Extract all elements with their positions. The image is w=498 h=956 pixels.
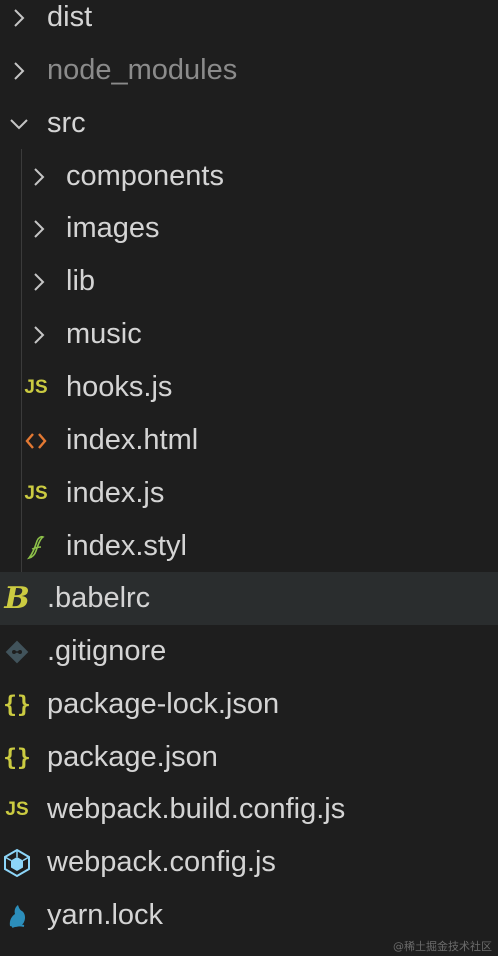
chevron-right-icon: [4, 44, 34, 97]
tree-item-package-json[interactable]: {} package.json: [0, 731, 498, 784]
tree-item-label: index.styl: [66, 530, 187, 562]
tree-item-lib[interactable]: lib: [0, 255, 498, 308]
git-file-icon: [2, 625, 32, 678]
tree-item-label: package.json: [47, 741, 218, 773]
tree-item-label: node_modules: [47, 54, 238, 86]
tree-item-components[interactable]: components: [0, 150, 498, 203]
tree-item-images[interactable]: images: [0, 202, 498, 255]
tree-item-src[interactable]: src: [0, 97, 498, 150]
tree-item-label: index.js: [66, 477, 165, 509]
tree-item-label: music: [66, 318, 142, 350]
chevron-right-icon: [24, 150, 54, 203]
tree-item-index-styl[interactable]: index.styl: [0, 520, 498, 573]
tree-item-yarn-lock[interactable]: yarn.lock: [0, 889, 498, 942]
chevron-right-icon: [4, 0, 34, 44]
tree-item-label: dist: [47, 1, 93, 33]
tree-item-label: hooks.js: [66, 371, 173, 403]
tree-item-dist[interactable]: dist: [0, 0, 498, 44]
chevron-right-icon: [24, 202, 54, 255]
chevron-right-icon: [24, 308, 54, 361]
tree-item-label: src: [47, 107, 86, 139]
tree-item-webpack-build-config-js[interactable]: JS webpack.build.config.js: [0, 783, 498, 836]
babel-file-icon: B: [4, 581, 30, 616]
stylus-file-icon: [21, 520, 51, 573]
javascript-file-icon: JS: [24, 482, 48, 504]
tree-item-package-lock-json[interactable]: {} package-lock.json: [0, 678, 498, 731]
tree-item-label: components: [66, 160, 224, 192]
json-file-icon: {}: [3, 691, 31, 718]
webpack-file-icon: [2, 836, 32, 889]
tree-item-label: images: [66, 212, 160, 244]
html-file-icon: [21, 414, 51, 467]
chevron-right-icon: [24, 255, 54, 308]
tree-item-label: index.html: [66, 424, 199, 456]
chevron-down-icon: [4, 97, 34, 150]
tree-item-label: webpack.build.config.js: [47, 793, 346, 825]
tree-item-gitignore[interactable]: .gitignore: [0, 625, 498, 678]
tree-item-label: .babelrc: [47, 582, 151, 614]
watermark: @稀土掘金技术社区: [393, 940, 492, 953]
tree-item-label: .gitignore: [47, 635, 167, 667]
tree-item-label: webpack.config.js: [47, 846, 276, 878]
file-explorer: dist node_modules src components images …: [0, 0, 498, 956]
tree-item-label: package-lock.json: [47, 688, 280, 720]
tree-item-label: yarn.lock: [47, 899, 164, 931]
tree-item-hooks-js[interactable]: JS hooks.js: [0, 361, 498, 414]
tree-item-node-modules[interactable]: node_modules: [0, 44, 498, 97]
javascript-file-icon: JS: [5, 798, 29, 820]
tree-item-index-html[interactable]: index.html: [0, 414, 498, 467]
tree-item-index-js[interactable]: JS index.js: [0, 467, 498, 520]
tree-item-babelrc[interactable]: B .babelrc: [0, 572, 498, 625]
tree-item-music[interactable]: music: [0, 308, 498, 361]
tree-item-webpack-config-js[interactable]: webpack.config.js: [0, 836, 498, 889]
json-file-icon: {}: [3, 744, 31, 771]
yarn-file-icon: [2, 889, 32, 942]
javascript-file-icon: JS: [24, 376, 48, 398]
tree-item-label: lib: [66, 265, 96, 297]
